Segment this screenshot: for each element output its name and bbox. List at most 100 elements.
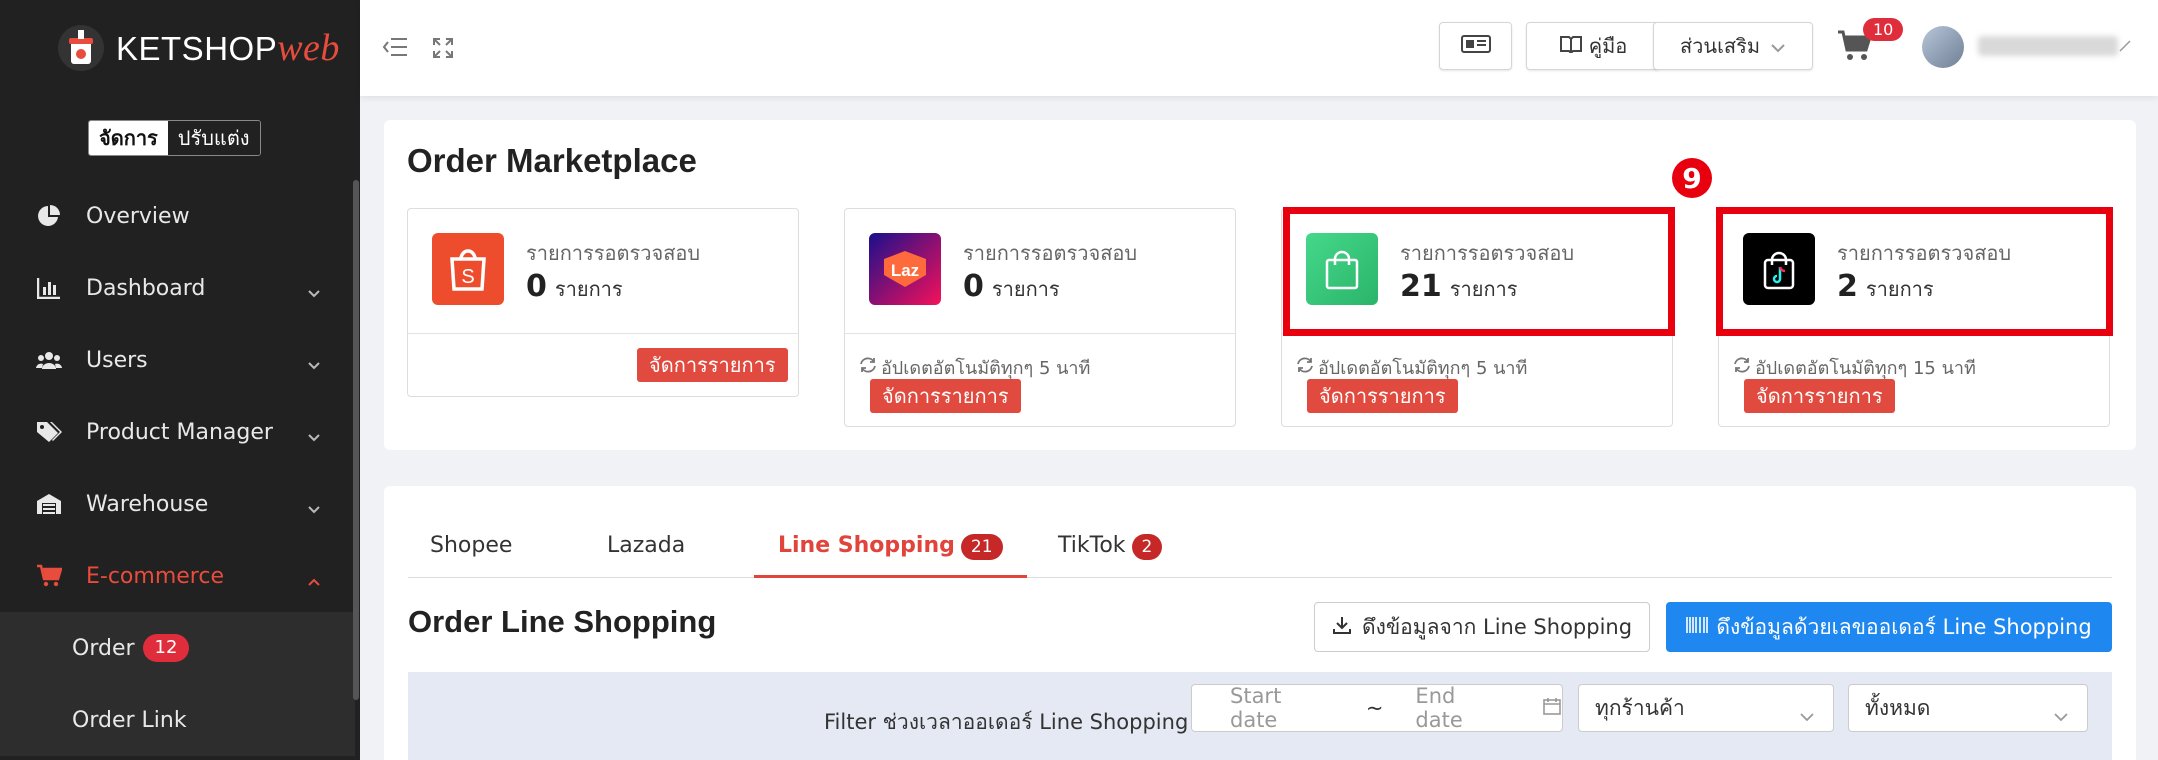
manage-orders-button[interactable]: จัดการรายการ — [1307, 379, 1458, 413]
shopee-logo-icon: S — [432, 233, 504, 305]
edit-icon[interactable] — [2118, 38, 2132, 57]
section-title: Order Line Shopping — [408, 604, 717, 639]
sidebar-item-warehouse[interactable]: Warehouse — [0, 468, 355, 540]
chevron-down-icon — [2053, 703, 2069, 727]
tab-count-badge: 2 — [1131, 534, 1163, 560]
auto-update-note: อัปเดตอัตโนมัติทุกๆ 15 นาที — [1733, 353, 1976, 382]
barcode-icon — [1686, 615, 1709, 639]
tab-count-badge: 21 — [960, 534, 1003, 560]
sidebar-item-label: Users — [86, 347, 148, 373]
marketplace-card-shopee: S รายการรอตรวจสอบ 0 รายการ จัดการรายการ — [407, 208, 799, 397]
chevron-down-icon — [1770, 34, 1786, 58]
end-date-input[interactable]: End date — [1415, 684, 1508, 732]
manage-orders-button[interactable]: จัดการรายการ — [637, 348, 788, 382]
page-title: Order Marketplace — [407, 142, 697, 179]
date-separator: ~ — [1365, 696, 1384, 720]
tab-shopee[interactable]: Shopee — [430, 526, 512, 578]
sync-icon — [859, 356, 877, 379]
sidebar-subitem-order-link[interactable]: Order Link — [0, 684, 355, 756]
pending-count: 0 รายการ — [526, 269, 623, 304]
user-name-blurred[interactable] — [1978, 36, 2118, 56]
line-shopping-bag-icon — [1306, 233, 1378, 305]
chevron-down-icon — [307, 424, 321, 449]
orders-panel: Shopee Lazada Line Shopping 21 TikTok 2 Or… — [384, 486, 2136, 760]
sidebar-item-label: Dashboard — [86, 275, 206, 301]
sidebar-item-label: E-commerce — [86, 563, 224, 589]
sidebar: KETSHOPweb จัดการ ปรับแต่ง Overview Dash… — [0, 0, 360, 760]
lazada-logo-icon: Laz — [869, 233, 941, 305]
warehouse-icon — [36, 491, 62, 517]
pending-label: รายการรอตรวจสอบ — [1400, 241, 1575, 265]
pie-chart-icon — [36, 203, 62, 229]
sidebar-item-label: Product Manager — [86, 419, 273, 445]
annotation-number-badge: 9 — [1672, 158, 1712, 198]
cart-count-badge: 10 — [1863, 18, 1904, 41]
tab-lazada[interactable]: Lazada — [607, 526, 685, 578]
chevron-down-icon — [1799, 703, 1815, 727]
sidebar-item-overview[interactable]: Overview — [0, 180, 355, 252]
manual-label: คู่มือ — [1588, 34, 1628, 58]
customize-toggle-button[interactable]: ปรับแต่ง — [167, 121, 260, 155]
pending-count: 0 รายการ — [963, 269, 1060, 304]
sidebar-item-label: Overview — [86, 203, 190, 229]
sidebar-item-ecommerce[interactable]: E-commerce — [0, 540, 355, 612]
order-count-badge: 12 — [142, 634, 190, 662]
pending-label: รายการรอตรวจสอบ — [526, 241, 701, 265]
marketplace-tabs: Shopee Lazada Line Shopping 21 TikTok 2 — [408, 526, 2112, 578]
pending-count: 21 รายการ — [1400, 269, 1518, 304]
bar-chart-icon — [36, 275, 62, 301]
id-card-icon — [1460, 34, 1491, 58]
fetch-by-order-number-button[interactable]: ดึงข้อมูลด้วยเลขออเดอร์ Line Shopping — [1666, 602, 2112, 652]
download-icon — [1332, 615, 1352, 640]
manage-orders-button[interactable]: จัดการรายการ — [1744, 379, 1895, 413]
sidebar-item-dashboard[interactable]: Dashboard — [0, 252, 355, 324]
addons-dropdown[interactable]: ส่วนเสริม — [1653, 22, 1813, 70]
manual-button[interactable]: คู่มือ — [1526, 22, 1660, 70]
mode-toggle: จัดการ ปรับแต่ง — [88, 120, 261, 156]
svg-text:S: S — [461, 266, 474, 288]
calendar-icon — [1542, 696, 1562, 721]
sidebar-item-users[interactable]: Users — [0, 324, 355, 396]
keyboard-shortcut-button[interactable] — [1439, 22, 1512, 70]
date-range-picker[interactable]: Start date ~ End date — [1191, 684, 1563, 732]
sidebar-nav: Overview Dashboard Users Product Manager… — [0, 180, 355, 756]
tags-icon — [36, 419, 62, 445]
sync-icon — [1733, 356, 1751, 379]
chevron-down-icon — [307, 496, 321, 521]
svg-text:Laz: Laz — [891, 261, 919, 280]
logo-icon — [58, 25, 104, 71]
sidebar-subitem-order[interactable]: Order 12 — [0, 612, 355, 684]
logo-text: KETSHOPweb — [116, 27, 340, 69]
sidebar-subitem-label: Order — [72, 635, 135, 661]
app-logo[interactable]: KETSHOPweb — [58, 22, 340, 74]
collapse-menu-icon[interactable] — [382, 36, 408, 62]
auto-update-note: อัปเดตอัตโนมัติทุกๆ 5 นาที — [1296, 353, 1527, 382]
filter-bar: Filter ช่วงเวลาออเดอร์ Line Shopping Sta… — [408, 672, 2112, 760]
user-avatar[interactable] — [1922, 26, 1964, 68]
marketplace-card-tiktok: รายการรอตรวจสอบ 2 รายการ อัปเดตอัตโนมัติท… — [1718, 208, 2110, 427]
book-icon — [1559, 34, 1583, 58]
manage-orders-button[interactable]: จัดการรายการ — [870, 379, 1021, 413]
fetch-orders-button[interactable]: ดึงข้อมูลจาก Line Shopping — [1314, 602, 1650, 652]
shop-select[interactable]: ทุกร้านค้า — [1578, 684, 1834, 732]
sidebar-item-product-manager[interactable]: Product Manager — [0, 396, 355, 468]
pending-count: 2 รายการ — [1837, 269, 1934, 304]
tab-line-shopping[interactable]: Line Shopping 21 — [754, 526, 1027, 578]
fullscreen-icon[interactable] — [432, 37, 454, 63]
chevron-down-icon — [307, 280, 321, 305]
pending-label: รายการรอตรวจสอบ — [963, 241, 1138, 265]
auto-update-note: อัปเดตอัตโนมัติทุกๆ 5 นาที — [859, 353, 1090, 382]
shopping-cart-icon — [36, 563, 62, 589]
manage-toggle-button[interactable]: จัดการ — [89, 121, 168, 155]
sidebar-subitem-label: Order Link — [72, 707, 187, 733]
start-date-input[interactable]: Start date — [1230, 684, 1334, 732]
chevron-down-icon — [307, 352, 321, 377]
marketplace-card-lazada: Laz รายการรอตรวจสอบ 0 รายการ อัปเดตอัตโนม… — [844, 208, 1236, 427]
tab-tiktok[interactable]: TikTok 2 — [1058, 526, 1163, 578]
status-select[interactable]: ทั้งหมด — [1848, 684, 2088, 732]
chevron-up-icon — [307, 568, 321, 593]
top-header — [360, 0, 2158, 96]
ecommerce-submenu: Order 12 Order Link — [0, 612, 355, 756]
sidebar-scrollbar[interactable] — [353, 180, 359, 700]
tiktok-shop-icon — [1743, 233, 1815, 305]
